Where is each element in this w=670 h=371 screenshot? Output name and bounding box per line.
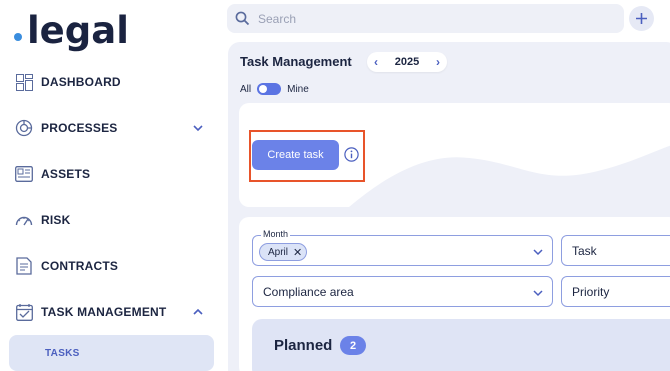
chevron-up-icon[interactable]	[191, 305, 205, 319]
create-task-button[interactable]: Create task	[252, 140, 339, 170]
sidebar-item-label: TASK MANAGEMENT	[41, 305, 167, 319]
sidebar-item-contracts[interactable]: CONTRACTS	[0, 246, 226, 286]
toggle-label-mine: Mine	[287, 83, 309, 95]
assets-icon	[15, 165, 33, 183]
sidebar-item-label: PROCESSES	[41, 121, 118, 135]
sidebar-item-processes[interactable]: PROCESSES	[0, 108, 226, 148]
sidebar-item-label: CONTRACTS	[41, 259, 119, 273]
sidebar-item-label: RISK	[41, 213, 71, 227]
risk-gauge-icon	[15, 211, 33, 229]
month-filter-label: Month	[261, 229, 291, 239]
month-chip-label: April	[268, 246, 289, 258]
search-bar	[227, 4, 624, 33]
task-filter[interactable]: Task	[561, 235, 670, 266]
contracts-icon	[15, 257, 33, 275]
scope-toggle[interactable]	[257, 83, 282, 95]
planned-count-badge: 2	[340, 336, 366, 355]
sidebar: legal DASHBOARD PROCESSES ASSETS RISK CO…	[0, 0, 226, 371]
chevron-down-icon[interactable]	[191, 121, 205, 135]
task-management-icon	[15, 303, 33, 321]
planned-title: Planned	[274, 337, 333, 354]
chevron-down-icon	[533, 249, 543, 256]
priority-filter[interactable]: Priority	[561, 276, 670, 307]
year-selector: ‹ 2025 ›	[367, 52, 447, 72]
task-filter-text: Task	[572, 243, 597, 258]
chevron-right-icon[interactable]: ›	[436, 55, 440, 69]
priority-filter-text: Priority	[572, 284, 610, 299]
page-title: Task Management	[240, 54, 352, 69]
processes-icon	[15, 119, 33, 137]
info-icon[interactable]	[344, 147, 359, 162]
chevron-left-icon[interactable]: ‹	[374, 55, 378, 69]
compliance-area-text: Compliance area	[263, 284, 354, 299]
year-value: 2025	[394, 56, 420, 68]
compliance-area-filter[interactable]: Compliance area	[252, 276, 553, 307]
app-root: legal DASHBOARD PROCESSES ASSETS RISK CO…	[0, 0, 670, 371]
month-filter[interactable]: Month April ✕	[252, 229, 553, 266]
sidebar-subitem-tasks[interactable]: TASKS	[9, 335, 214, 371]
chevron-down-icon	[533, 290, 543, 297]
add-button[interactable]	[629, 6, 654, 31]
sidebar-item-label: DASHBOARD	[41, 75, 121, 89]
sidebar-item-risk[interactable]: RISK	[0, 200, 226, 240]
sidebar-item-assets[interactable]: ASSETS	[0, 154, 226, 194]
scope-toggle-row: All Mine	[240, 82, 309, 96]
sidebar-subitem-label: TASKS	[45, 347, 80, 359]
month-chip: April ✕	[259, 243, 308, 261]
logo: legal	[27, 9, 129, 52]
search-icon	[235, 11, 250, 26]
sidebar-item-task-management[interactable]: TASK MANAGEMENT	[0, 292, 226, 332]
sidebar-item-dashboard[interactable]: DASHBOARD	[0, 62, 226, 102]
planned-section: Planned 2	[252, 319, 670, 371]
plus-icon	[636, 13, 647, 24]
dashboard-grid-icon	[15, 73, 33, 91]
logo-dot	[14, 33, 22, 41]
search-input[interactable]	[258, 9, 608, 29]
sidebar-item-label: ASSETS	[41, 167, 91, 181]
close-icon[interactable]: ✕	[293, 246, 302, 259]
toggle-label-all: All	[240, 83, 252, 95]
